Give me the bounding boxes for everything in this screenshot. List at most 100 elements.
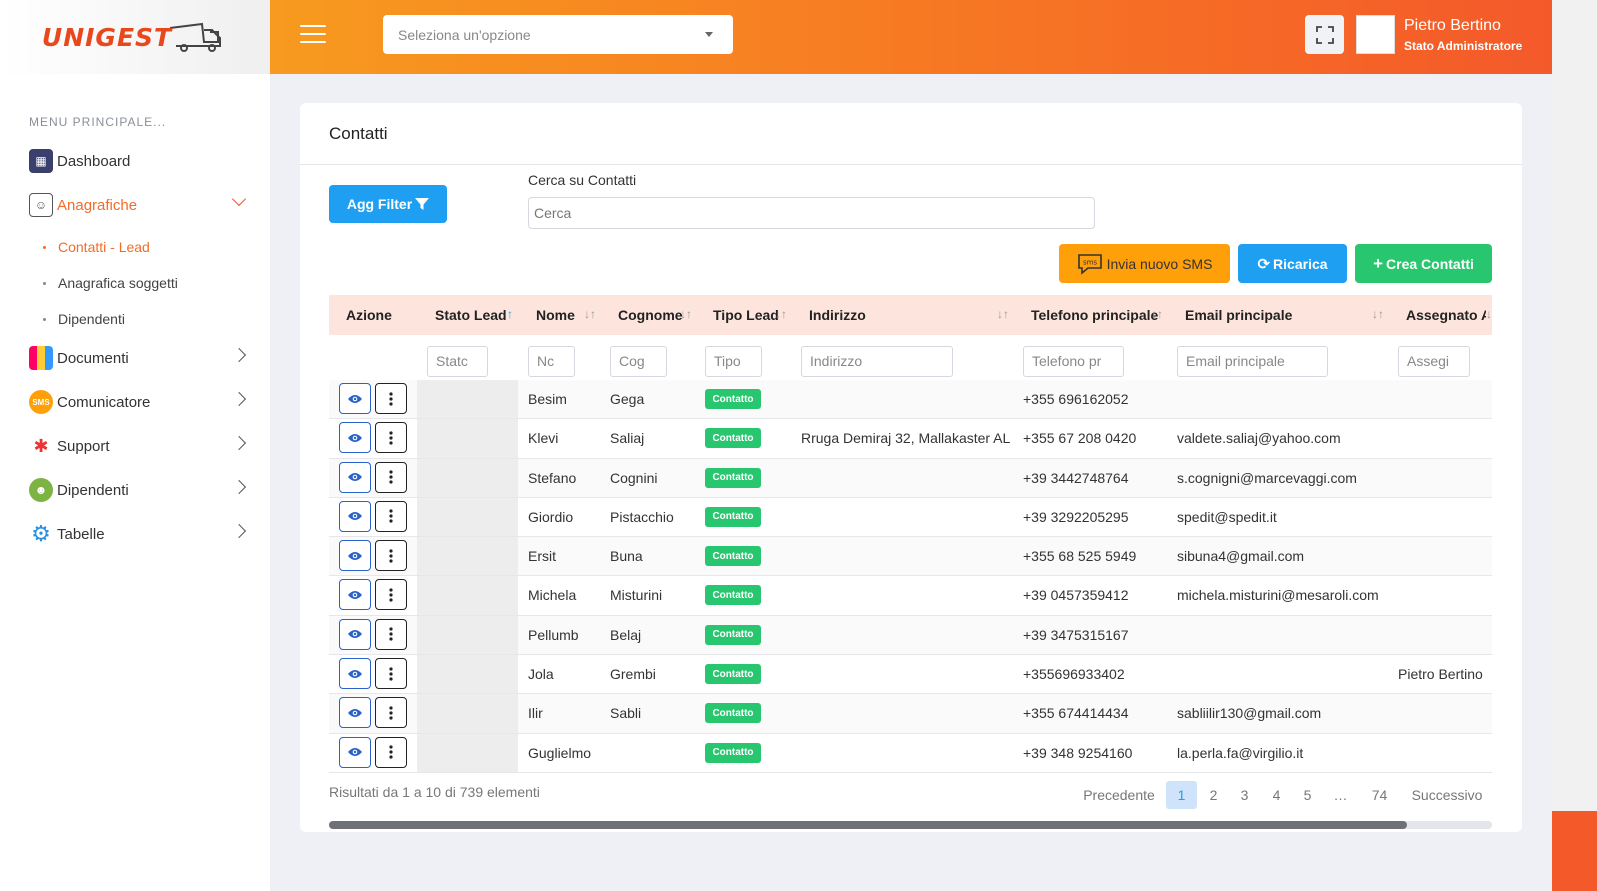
pagination-next[interactable]: Successivo — [1404, 781, 1490, 809]
sidebar-item-comunicatore[interactable]: SMS Comunicatore — [29, 388, 249, 416]
table-row: Klevi Saliaj Contatto Rruga Demiraj 32, Mal… — [329, 419, 1492, 459]
sidebar-item-documenti[interactable]: Documenti — [29, 344, 249, 372]
eye-icon — [348, 748, 362, 757]
sidebar-item-support[interactable]: ✱ Support — [29, 432, 249, 460]
cognome-cell: Saliaj — [610, 430, 645, 447]
view-button[interactable] — [339, 579, 371, 611]
sms-icon: sms — [1077, 253, 1102, 275]
create-contact-button[interactable]: + Crea Contatti — [1355, 244, 1492, 283]
search-input[interactable]: Cerca — [528, 197, 1095, 229]
menu-heading: MENU PRINCIPALE... — [29, 115, 167, 129]
logo[interactable]: UNIGEST — [0, 0, 270, 74]
email-cell: s.cognigni@marcevaggi.com — [1177, 469, 1357, 486]
sort-icon[interactable]: ↓↑ — [680, 307, 692, 321]
table-row: Ilir Sabli Contatto +355 674414434 sabliilir… — [329, 694, 1492, 734]
add-filter-button[interactable]: Agg Filter — [329, 185, 447, 223]
send-sms-button[interactable]: sms Invia nuovo SMS — [1059, 244, 1230, 283]
more-actions-button[interactable] — [375, 618, 407, 650]
view-button[interactable] — [339, 540, 371, 572]
column-header-assegnato[interactable]: Assegnato A — [1406, 307, 1486, 323]
column-header-nome[interactable]: Nome — [536, 307, 575, 323]
sidebar-item-anagrafiche[interactable]: ☺ Anagrafiche — [29, 191, 249, 219]
sort-icon[interactable]: ↓↑ — [997, 307, 1009, 321]
table-horizontal-scrollbar[interactable] — [329, 821, 1492, 829]
view-button[interactable] — [339, 422, 371, 454]
filter-stato-lead-input[interactable]: Statc — [427, 346, 488, 377]
more-actions-button[interactable] — [375, 736, 407, 768]
user-name[interactable]: Pietro Bertino — [1404, 17, 1501, 35]
sort-icon[interactable]: ↓ — [1486, 307, 1492, 321]
pagination-page-4[interactable]: 4 — [1261, 781, 1292, 809]
reload-button[interactable]: ⟳ Ricarica — [1238, 244, 1347, 283]
avatar[interactable] — [1356, 15, 1395, 54]
filter-cognome-input[interactable]: Cog — [610, 346, 667, 377]
option-select[interactable]: Seleziona un'opzione — [383, 15, 733, 54]
filter-email-input[interactable]: Email principale — [1177, 346, 1328, 377]
cognome-cell: Cognini — [610, 469, 658, 486]
stato-lead-cell — [417, 537, 518, 576]
sidebar-item-dipendenti[interactable]: ☻ Dipendenti — [29, 476, 249, 504]
view-button[interactable] — [339, 736, 371, 768]
filter-assegnato-input[interactable]: Assegi — [1398, 346, 1470, 377]
fullscreen-button[interactable] — [1305, 15, 1344, 54]
pagination-page-3[interactable]: 3 — [1229, 781, 1260, 809]
more-actions-button[interactable] — [375, 579, 407, 611]
pagination-page-74[interactable]: 74 — [1364, 781, 1395, 809]
pagination-ellipsis: … — [1333, 787, 1348, 803]
more-actions-button[interactable] — [375, 540, 407, 572]
cognome-cell: Buna — [610, 548, 643, 565]
view-button[interactable] — [339, 383, 371, 414]
more-actions-button[interactable] — [375, 383, 407, 414]
eye-icon — [348, 630, 362, 639]
filter-icon — [415, 198, 430, 210]
view-button[interactable] — [339, 461, 371, 493]
table-row: Jola Grembi Contatto +355696933402 Pietro Be… — [329, 655, 1492, 695]
column-header-indirizzo[interactable]: Indirizzo — [809, 307, 866, 323]
sort-icon[interactable]: ↓↑ — [1372, 307, 1384, 321]
sidebar-item-tabelle[interactable]: ⚙ Tabelle — [29, 520, 249, 548]
column-header-stato-lead[interactable]: Stato Lead — [435, 307, 507, 323]
sort-icon[interactable]: ↓↑ — [1151, 307, 1163, 321]
sidebar-item-dashboard[interactable]: ▦ Dashboard — [29, 147, 249, 175]
pagination-page-2[interactable]: 2 — [1198, 781, 1229, 809]
eye-icon — [348, 590, 362, 599]
more-vertical-icon — [389, 588, 393, 602]
more-actions-button[interactable] — [375, 658, 407, 690]
filter-indirizzo-input[interactable]: Indirizzo — [801, 346, 953, 377]
pagination-page-5[interactable]: 5 — [1292, 781, 1323, 809]
eye-icon — [348, 433, 362, 442]
column-header-telefono[interactable]: Telefono principale — [1031, 307, 1158, 323]
filter-telefono-input[interactable]: Telefono pr — [1023, 346, 1124, 377]
column-header-cognome[interactable]: Cognome — [618, 307, 683, 323]
table-row: Besim Gega Contatto +355 696162052 — [329, 380, 1492, 420]
more-actions-button[interactable] — [375, 500, 407, 532]
email-cell: la.perla.fa@virgilio.it — [1177, 744, 1304, 761]
view-button[interactable] — [339, 697, 371, 729]
filter-tipo-lead-input[interactable]: Tipo — [705, 346, 762, 377]
sort-asc-icon[interactable]: ↑ — [507, 307, 513, 321]
hamburger-menu-icon[interactable] — [300, 25, 326, 43]
support-icon: ✱ — [29, 434, 53, 458]
view-button[interactable] — [339, 618, 371, 650]
page-scrollbar[interactable] — [1552, 0, 1597, 891]
sidebar-subitem-dipendenti[interactable]: Dipendenti — [43, 311, 125, 327]
sidebar-subitem-anagrafica-soggetti[interactable]: Anagrafica soggetti — [43, 275, 178, 291]
tipo-lead-badge: Contatto — [705, 428, 761, 449]
view-button[interactable] — [339, 500, 371, 532]
view-button[interactable] — [339, 658, 371, 690]
more-actions-button[interactable] — [375, 461, 407, 493]
sidebar-subitem-contatti-lead[interactable]: Contatti - Lead — [43, 239, 150, 255]
documents-icon — [29, 346, 53, 370]
more-actions-button[interactable] — [375, 422, 407, 454]
more-actions-button[interactable] — [375, 697, 407, 729]
filter-nome-input[interactable]: Nc — [528, 346, 575, 377]
column-header-email[interactable]: Email principale — [1185, 307, 1292, 323]
column-header-tipo-lead[interactable]: Tipo Lead — [713, 307, 779, 323]
pagination-prev[interactable]: Precedente — [1076, 781, 1162, 809]
email-cell: sibuna4@gmail.com — [1177, 548, 1305, 565]
pagination-page-1[interactable]: 1 — [1166, 781, 1197, 809]
sort-icon[interactable]: ↓↑ — [775, 307, 787, 321]
nome-cell: Ilir — [528, 705, 543, 722]
address-book-icon: ☺ — [29, 193, 53, 217]
sort-icon[interactable]: ↓↑ — [584, 307, 596, 321]
